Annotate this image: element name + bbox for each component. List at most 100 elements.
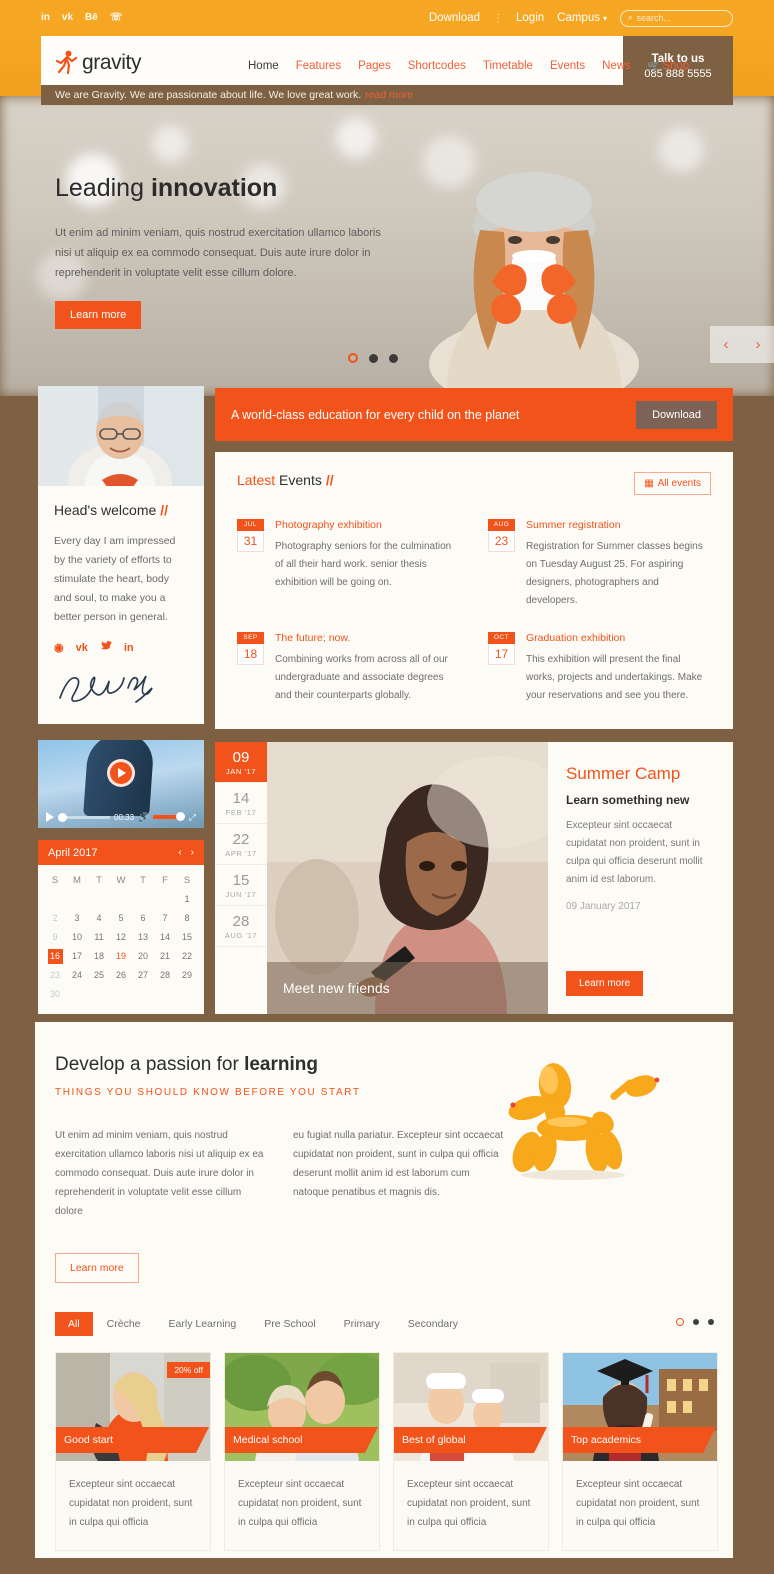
calendar-day-16[interactable]: 16 [44, 947, 66, 966]
whatsapp-icon[interactable]: ☏ [110, 13, 123, 23]
video-play-button-icon[interactable] [107, 759, 135, 788]
hero-dot-3[interactable] [389, 353, 398, 363]
promo-download-button[interactable]: Download [636, 400, 717, 429]
hero-dot-1[interactable] [348, 353, 358, 363]
event-name[interactable]: Photography exhibition [275, 519, 460, 531]
course-card[interactable]: Top academics Excepteur sint occaecat cup… [562, 1352, 718, 1551]
calendar-day-2[interactable]: 2 [44, 909, 66, 928]
event-name[interactable]: Summer registration [526, 519, 711, 531]
tab-pre-school[interactable]: Pre School [250, 1312, 329, 1336]
calendar-day-27[interactable]: 27 [132, 966, 154, 985]
calendar-day-4[interactable]: 4 [88, 909, 110, 928]
category-dot-3[interactable] [708, 1319, 714, 1325]
login-link[interactable]: Login [516, 12, 544, 24]
vk-icon[interactable]: vk [76, 642, 88, 654]
linkedin-icon[interactable]: in [41, 13, 50, 23]
campus-dropdown[interactable]: Campus ▾ [557, 12, 607, 24]
twitter-icon[interactable] [100, 641, 112, 654]
camp-date-item[interactable]: 15 JUN '17 [215, 865, 267, 906]
nav-item-news[interactable]: News [602, 60, 631, 72]
nav-item-timetable[interactable]: Timetable [483, 60, 533, 72]
calendar-day-10[interactable]: 10 [66, 928, 88, 947]
calendar-day-29[interactable]: 29 [176, 966, 198, 985]
nav-item-pages[interactable]: Pages [358, 60, 391, 72]
event-item[interactable]: OCT 17 Graduation exhibition This exhibitio… [488, 632, 711, 705]
calendar-prev-icon[interactable]: ‹ [178, 847, 181, 858]
calendar-day-24[interactable]: 24 [66, 966, 88, 985]
nav-item-shop[interactable]: 🛒 Shop [648, 60, 689, 72]
calendar-day-6[interactable]: 6 [132, 909, 154, 928]
calendar-day-7[interactable]: 7 [154, 909, 176, 928]
calendar-day-18[interactable]: 18 [88, 947, 110, 966]
camp-date-item[interactable]: 28 AUG '17 [215, 906, 267, 947]
event-item[interactable]: SEP 18 The future; now. Combining works fro… [237, 632, 460, 705]
calendar-day-11[interactable]: 11 [88, 928, 110, 947]
course-card[interactable]: Medical school Excepteur sint occaecat cu… [224, 1352, 380, 1551]
calendar-day-30[interactable]: 30 [44, 985, 66, 1004]
tab-crèche[interactable]: Crèche [93, 1312, 155, 1336]
course-card-ribbon-title: Top academics [563, 1427, 716, 1453]
calendar-day-19[interactable]: 19 [110, 947, 132, 966]
tab-early-learning[interactable]: Early Learning [155, 1312, 251, 1336]
tagline-read-more-link[interactable]: read more [365, 89, 413, 101]
hero-next-arrow-icon[interactable]: › [756, 336, 761, 353]
tab-all[interactable]: All [55, 1312, 93, 1336]
calendar-day-13[interactable]: 13 [132, 928, 154, 947]
calendar-day-21[interactable]: 21 [154, 947, 176, 966]
calendar-day-14[interactable]: 14 [154, 928, 176, 947]
calendar-day-5[interactable]: 5 [110, 909, 132, 928]
volume-icon[interactable]: 🔊 [138, 812, 149, 823]
nav-item-features[interactable]: Features [296, 60, 341, 72]
video-progress-bar[interactable] [58, 812, 110, 822]
course-card-image: Best of global [394, 1353, 548, 1461]
search-input[interactable] [636, 13, 727, 23]
calendar-day-9[interactable]: 9 [44, 928, 66, 947]
dribbble-icon[interactable]: ◉ [54, 641, 64, 654]
linkedin-icon[interactable]: in [124, 642, 134, 654]
calendar-day-12[interactable]: 12 [110, 928, 132, 947]
behance-icon[interactable]: Bē [85, 13, 98, 23]
fullscreen-icon[interactable]: ⤢ [189, 812, 196, 823]
nav-item-shortcodes[interactable]: Shortcodes [408, 60, 466, 72]
hero-dot-2[interactable] [369, 353, 378, 363]
calendar-day-28[interactable]: 28 [154, 966, 176, 985]
video-player[interactable]: 00:33 🔊 ⤢ [38, 740, 204, 828]
nav-item-events[interactable]: Events [550, 60, 585, 72]
calendar-day-23[interactable]: 23 [44, 966, 66, 985]
tab-secondary[interactable]: Secondary [394, 1312, 472, 1336]
volume-slider[interactable] [153, 812, 186, 821]
download-link[interactable]: Download [429, 12, 480, 24]
vk-icon[interactable]: vk [62, 13, 73, 23]
calendar-day-17[interactable]: 17 [66, 947, 88, 966]
event-name[interactable]: Graduation exhibition [526, 632, 711, 644]
category-dot-2[interactable] [693, 1319, 699, 1325]
event-name[interactable]: The future; now. [275, 632, 460, 644]
camp-date-item[interactable]: 22 APR '17 [215, 824, 267, 865]
calendar-day-26[interactable]: 26 [110, 966, 132, 985]
calendar-day-22[interactable]: 22 [176, 947, 198, 966]
hero-learn-more-button[interactable]: Learn more [55, 301, 142, 329]
all-events-button[interactable]: ▦ All events [634, 472, 711, 495]
tab-primary[interactable]: Primary [330, 1312, 394, 1336]
passion-learn-more-button[interactable]: Learn more [55, 1253, 139, 1283]
course-card[interactable]: Best of global Excepteur sint occaecat cu… [393, 1352, 549, 1551]
calendar-day-3[interactable]: 3 [66, 909, 88, 928]
camp-learn-more-button[interactable]: Learn more [566, 971, 644, 996]
search-box[interactable]: ⌕ [620, 9, 733, 27]
hero-prev-arrow-icon[interactable]: ‹ [724, 336, 729, 353]
calendar-day-1[interactable]: 1 [176, 890, 198, 909]
play-icon[interactable] [46, 812, 54, 822]
calendar-day-25[interactable]: 25 [88, 966, 110, 985]
camp-date-item[interactable]: 09 JAN '17 [215, 742, 267, 783]
course-card[interactable]: 20% off Good start Excepteur sint occaecat… [55, 1352, 211, 1551]
event-item[interactable]: JUL 31 Photography exhibition Photography s… [237, 519, 460, 610]
nav-item-home[interactable]: Home [248, 49, 279, 81]
category-dot-1[interactable] [676, 1318, 684, 1326]
calendar-day-15[interactable]: 15 [176, 928, 198, 947]
camp-date-item[interactable]: 14 FEB '17 [215, 783, 267, 824]
calendar-day-20[interactable]: 20 [132, 947, 154, 966]
calendar-day-8[interactable]: 8 [176, 909, 198, 928]
event-item[interactable]: AUG 23 Summer registration Registration for… [488, 519, 711, 610]
logo[interactable]: gravity [55, 50, 141, 76]
calendar-next-icon[interactable]: › [191, 847, 194, 858]
